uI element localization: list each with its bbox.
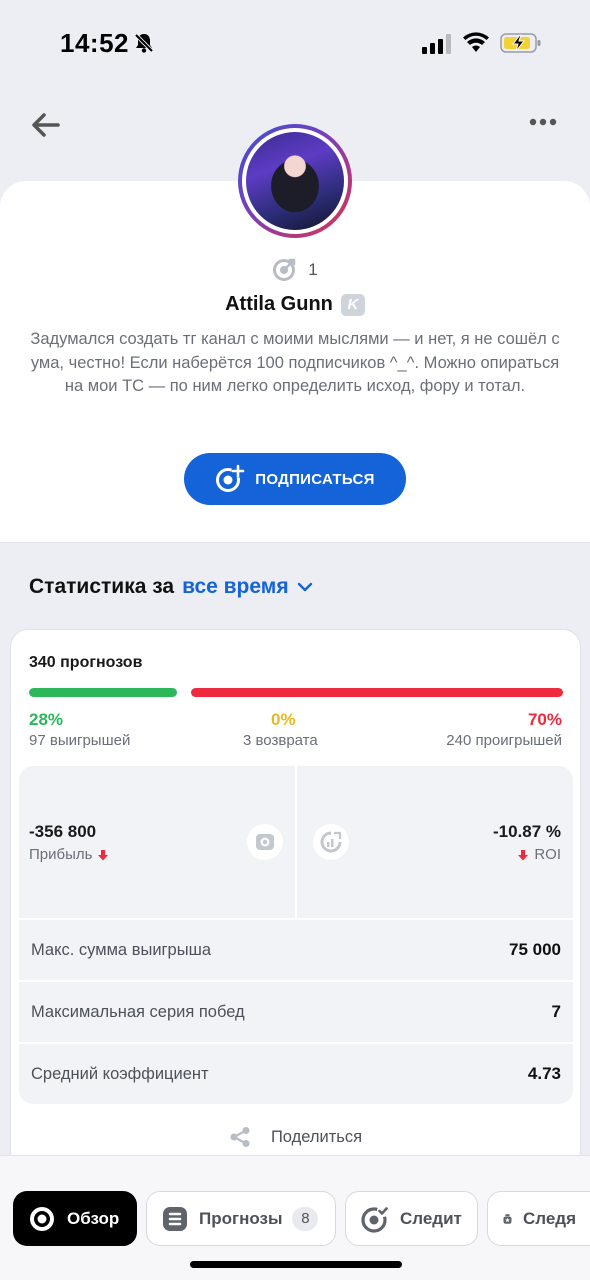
share-label: Поделиться bbox=[270, 1127, 363, 1146]
stat-row-label: Макс. сумма выигрыша bbox=[31, 940, 212, 959]
status-time: 14:52 bbox=[60, 28, 129, 58]
tab-label: Следит bbox=[400, 1208, 462, 1228]
predictions-count: 340 прогнозов bbox=[29, 654, 143, 671]
return-percent: 0% bbox=[271, 710, 296, 729]
arrow-left-icon bbox=[32, 113, 60, 137]
stat-row-win-streak: Максимальная серия побед 7 bbox=[19, 982, 573, 1042]
profile-bio: Задумался создать тг канал с моими мысля… bbox=[30, 330, 560, 395]
profile-name-row: Attila Gunn K bbox=[0, 293, 590, 316]
stats-heading: Статистика за все время bbox=[29, 575, 313, 599]
tab-following[interactable]: Следит bbox=[345, 1191, 478, 1246]
stats-heading-label: Статистика за bbox=[29, 575, 175, 598]
followers-count: 1 bbox=[0, 258, 590, 282]
avatar[interactable] bbox=[238, 124, 352, 238]
return-count: 3 возврата bbox=[243, 732, 318, 749]
stat-row-value: 4.73 bbox=[527, 1064, 561, 1083]
win-count: 97 выигрышей bbox=[29, 732, 131, 749]
roi-chart-icon bbox=[313, 824, 349, 860]
profit-value: -356 800 bbox=[29, 822, 97, 841]
followers-value: 1 bbox=[308, 260, 318, 279]
stats-card: 340 прогнозов 28% 97 выигрышей 0% 3 возв… bbox=[10, 629, 581, 1169]
arrow-down-red-icon bbox=[98, 849, 109, 860]
stat-row-label: Максимальная серия побед bbox=[31, 1002, 245, 1021]
bell-off-icon bbox=[133, 32, 155, 59]
tab-label: Следя bbox=[522, 1208, 576, 1228]
subscribe-button[interactable]: ПОДПИСАТЬСЯ bbox=[184, 453, 406, 505]
target-icon bbox=[273, 258, 296, 281]
wifi-icon bbox=[462, 32, 490, 59]
stat-row-avg-odds: Средний коэффициент 4.73 bbox=[19, 1044, 573, 1104]
tab-overview[interactable]: Обзор bbox=[13, 1191, 137, 1246]
profit-divider bbox=[295, 766, 297, 918]
loss-percent: 70% bbox=[527, 710, 562, 729]
subscribe-label: ПОДПИСАТЬСЯ bbox=[255, 470, 375, 488]
star-cup-icon bbox=[503, 1213, 512, 1224]
profile-name: Attila Gunn bbox=[225, 293, 333, 315]
chevron-down-icon[interactable] bbox=[297, 579, 313, 595]
roi-value: -10.87 % bbox=[492, 822, 561, 841]
battery-charging-icon bbox=[500, 32, 542, 59]
predictions-count-badge: 8 bbox=[292, 1206, 319, 1231]
back-button[interactable] bbox=[30, 110, 66, 142]
home-indicator bbox=[190, 1261, 402, 1268]
list-icon bbox=[163, 1206, 187, 1231]
subscribe-target-icon bbox=[216, 464, 245, 492]
avatar-photo bbox=[246, 132, 344, 230]
more-dots-icon bbox=[529, 118, 557, 126]
share-button[interactable]: Поделиться bbox=[11, 1126, 580, 1148]
stat-row-value: 75 000 bbox=[509, 940, 561, 959]
roi-label-row: ROI bbox=[517, 846, 561, 863]
wallet-icon bbox=[247, 824, 283, 860]
overview-target-icon bbox=[30, 1206, 54, 1231]
stat-row-label: Средний коэффициент bbox=[31, 1064, 209, 1083]
k-badge: K bbox=[340, 293, 365, 316]
profit-label: Прибыль bbox=[29, 846, 93, 863]
win-percent: 28% bbox=[29, 710, 64, 729]
arrow-down-red-icon bbox=[518, 849, 529, 860]
stat-row-max-win: Макс. сумма выигрыша 75 000 bbox=[19, 920, 573, 980]
target-check-icon bbox=[361, 1204, 389, 1233]
share-icon bbox=[230, 1127, 250, 1147]
stat-row-value: 7 bbox=[551, 1002, 561, 1021]
profit-label-row: Прибыль bbox=[29, 846, 109, 863]
roi-label: ROI bbox=[534, 846, 561, 863]
tab-label: Обзор bbox=[67, 1208, 120, 1228]
loss-count: 240 проигрышей bbox=[446, 732, 562, 749]
cellular-signal-icon bbox=[422, 34, 452, 59]
tab-label: Прогнозы bbox=[199, 1208, 283, 1228]
profit-roi-box: -356 800 Прибыль -10.87 % ROI bbox=[19, 766, 573, 918]
more-button[interactable] bbox=[528, 112, 564, 138]
period-selector[interactable]: все время bbox=[182, 575, 289, 599]
tab-followers[interactable]: Следя bbox=[487, 1191, 590, 1246]
win-bar bbox=[29, 688, 177, 697]
status-bar: 14:52 bbox=[0, 0, 590, 90]
loss-bar bbox=[191, 688, 563, 697]
tab-predictions[interactable]: Прогнозы 8 bbox=[146, 1191, 336, 1246]
